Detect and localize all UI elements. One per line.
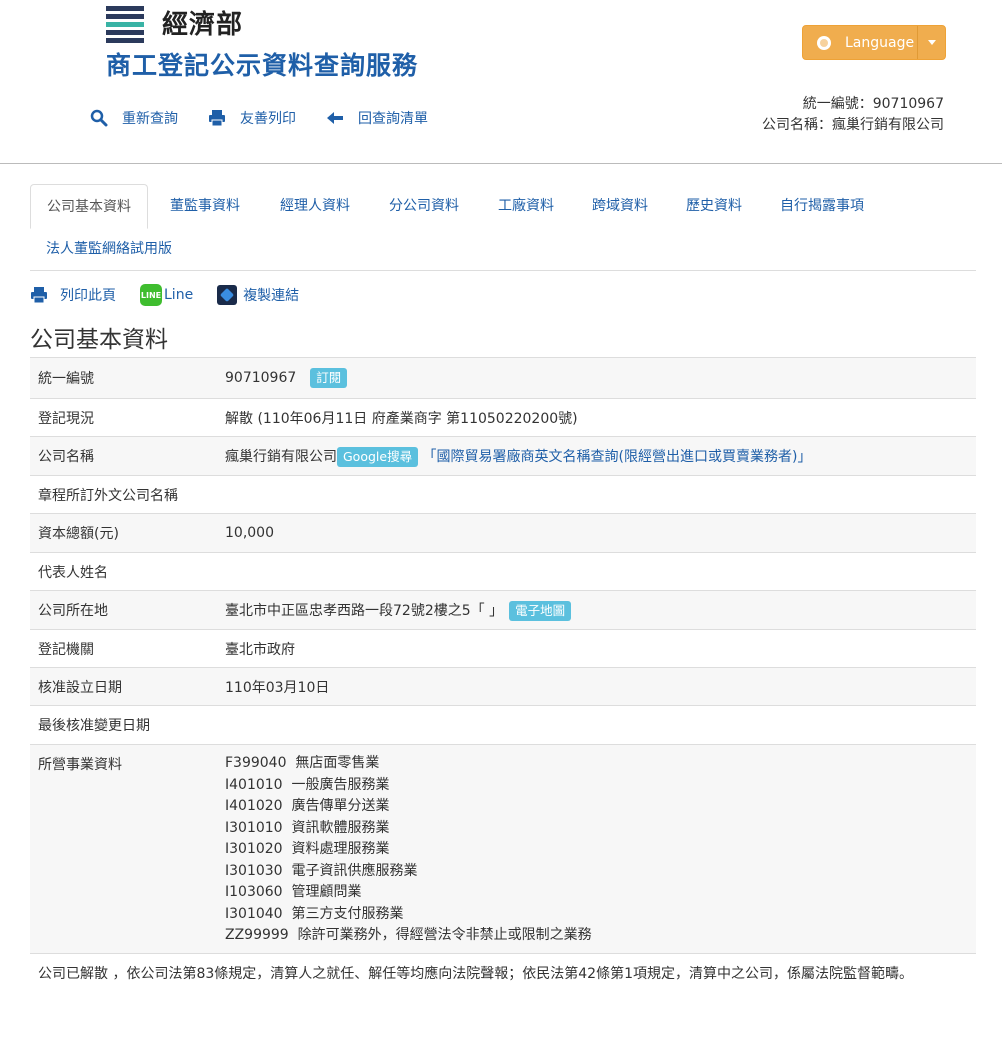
- business-item: I401020 廣告傳單分送業: [225, 798, 390, 814]
- requery-label: 重新查詢: [122, 111, 178, 127]
- tab-bar: 公司基本資料 董監事資料 經理人資料 分公司資料 工廠資料 跨域資料 歷史資料 …: [30, 184, 976, 271]
- copy-link-button[interactable]: 複製連結: [217, 285, 299, 305]
- caret-down-icon: [927, 40, 936, 45]
- top-nav: 重新查詢 友善列印 回查詢清單: [90, 108, 458, 128]
- tab-self-disclosure[interactable]: 自行揭露事項: [764, 184, 880, 228]
- company-name-key: 公司名稱: [38, 449, 94, 465]
- google-search-badge[interactable]: Google搜尋: [337, 446, 419, 467]
- address-value: 臺北市中正區忠孝西路一段72號2樓之5「 」: [225, 602, 504, 619]
- address-key: 公司所在地: [38, 603, 108, 619]
- business-item: ZZ99999 除許可業務外，得經營法令非禁止或限制之業務: [225, 927, 592, 943]
- print-icon: [209, 110, 225, 127]
- business-item: I401010 一般廣告服務業: [225, 776, 390, 793]
- last-change-key: 最後核准變更日期: [38, 718, 150, 734]
- table-row: 登記機關 臺北市政府: [30, 629, 976, 668]
- search-icon: [90, 109, 108, 127]
- status-key: 登記現況: [38, 410, 94, 427]
- table-row: 所營事業資料 F399040 無店面零售業 I401010 一般廣告服務業 I4…: [30, 744, 976, 954]
- arrow-left-icon: [327, 112, 343, 124]
- capital-key: 資本總額(元): [38, 526, 119, 542]
- uid-key: 統一編號: [38, 371, 94, 387]
- company-name-line: 公司名稱：瘋巢行銷有限公司: [762, 117, 944, 133]
- print-page-link[interactable]: 列印此頁: [30, 285, 116, 305]
- foreign-name-key: 章程所訂外文公司名稱: [38, 487, 178, 504]
- section-title: 公司基本資料: [30, 327, 168, 353]
- tab-basic-info[interactable]: 公司基本資料: [30, 184, 148, 229]
- tab-branches[interactable]: 分公司資料: [373, 184, 475, 228]
- tab-directors[interactable]: 董監事資料: [154, 184, 256, 228]
- representative-value: [225, 553, 976, 591]
- table-row: 最後核准變更日期: [30, 705, 976, 745]
- company-uid-line: 統一編號：90710967: [802, 96, 944, 112]
- business-item: I301040 第三方支付服務業: [225, 905, 404, 922]
- tab-corporate-board-network[interactable]: 法人董監網絡試用版: [30, 227, 188, 271]
- language-toggle[interactable]: [917, 26, 945, 59]
- line-icon: LINE: [140, 284, 162, 306]
- print-icon: [31, 287, 47, 304]
- business-list: F399040 無店面零售業 I401010 一般廣告服務業 I401020 廣…: [225, 745, 976, 954]
- header-divider: [0, 163, 1002, 164]
- back-to-list-link[interactable]: 回查詢清單: [326, 108, 428, 128]
- language-label: Language: [845, 34, 915, 51]
- status-value: 解散 (110年06月11日 府產業商字 第11050220200號): [225, 410, 578, 427]
- copy-link-label: 複製連結: [243, 288, 300, 304]
- company-summary: 統一編號：90710967 公司名稱：瘋巢行銷有限公司: [762, 94, 944, 136]
- business-key: 所營事業資料: [38, 757, 122, 773]
- uid-value: 90710967: [225, 370, 297, 386]
- tab-cross-domain[interactable]: 跨域資料: [576, 184, 664, 228]
- table-row: 代表人姓名: [30, 552, 976, 591]
- representative-key: 代表人姓名: [38, 564, 108, 581]
- share-tools: 列印此頁 LINE Line 複製連結: [30, 284, 323, 306]
- dissolution-notice: 公司已解散 ，依公司法第83條規定，清算人之就任、解任等均應向法院聲報；依民法第…: [38, 966, 913, 982]
- established-value: 110年03月10日: [225, 679, 330, 696]
- table-row: 公司名稱 瘋巢行銷有限公司 Google搜尋 「國際貿易署廠商英文名稱查詢(限經營…: [30, 436, 976, 476]
- business-item: F399040 無店面零售業: [225, 755, 380, 771]
- table-row: 資本總額(元) 10,000: [30, 513, 976, 553]
- table-row: 統一編號 90710967 訂閱: [30, 357, 976, 399]
- requery-link[interactable]: 重新查詢: [90, 108, 178, 128]
- back-to-list-label: 回查詢清單: [358, 111, 428, 127]
- business-item: I301030 電子資訊供應服務業: [225, 862, 418, 879]
- print-page-label: 列印此頁: [60, 288, 116, 304]
- friendly-print-link[interactable]: 友善列印: [208, 108, 296, 128]
- table-row: 公司所在地 臺北市中正區忠孝西路一段72號2樓之5「 」電子地圖: [30, 590, 976, 630]
- basic-info-table: 統一編號 90710967 訂閱 登記現況 解散 (110年06月11日 府產業商…: [30, 357, 976, 954]
- language-dropdown-button[interactable]: Language: [802, 25, 946, 60]
- friendly-print-label: 友善列印: [240, 111, 296, 127]
- link-icon: [217, 285, 238, 305]
- e-map-badge[interactable]: 電子地圖: [509, 600, 572, 621]
- tab-factories[interactable]: 工廠資料: [482, 184, 570, 228]
- last-change-value: [225, 706, 976, 745]
- share-line-label: Line: [164, 287, 194, 303]
- established-key: 核准設立日期: [38, 679, 122, 696]
- trade-english-name-link[interactable]: 「國際貿易署廠商英文名稱查詢(限經營出進口或買賣業務者)」: [423, 449, 812, 465]
- authority-value: 臺北市政府: [225, 641, 295, 658]
- tab-history[interactable]: 歷史資料: [670, 184, 758, 228]
- table-row: 章程所訂外文公司名稱: [30, 475, 976, 514]
- foreign-name-value: [225, 476, 976, 514]
- globe-icon: [817, 35, 831, 50]
- ministry-logo: [106, 6, 144, 44]
- capital-value: 10,000: [225, 525, 274, 541]
- business-item: I301020 資料處理服務業: [225, 841, 390, 857]
- business-item: I103060 管理顧問業: [225, 884, 362, 900]
- share-line-link[interactable]: LINE Line: [140, 284, 193, 306]
- business-item: I301010 資訊軟體服務業: [225, 819, 390, 836]
- site-title[interactable]: 商工登記公示資料查詢服務: [106, 46, 418, 82]
- org-name: 經濟部: [162, 10, 244, 40]
- tab-managers[interactable]: 經理人資料: [264, 184, 366, 228]
- table-row: 核准設立日期 110年03月10日: [30, 667, 976, 706]
- authority-key: 登記機關: [38, 641, 94, 658]
- subscribe-badge[interactable]: 訂閱: [310, 368, 348, 388]
- company-name-value: 瘋巢行銷有限公司: [225, 448, 337, 465]
- table-row: 登記現況 解散 (110年06月11日 府產業商字 第11050220200號): [30, 398, 976, 437]
